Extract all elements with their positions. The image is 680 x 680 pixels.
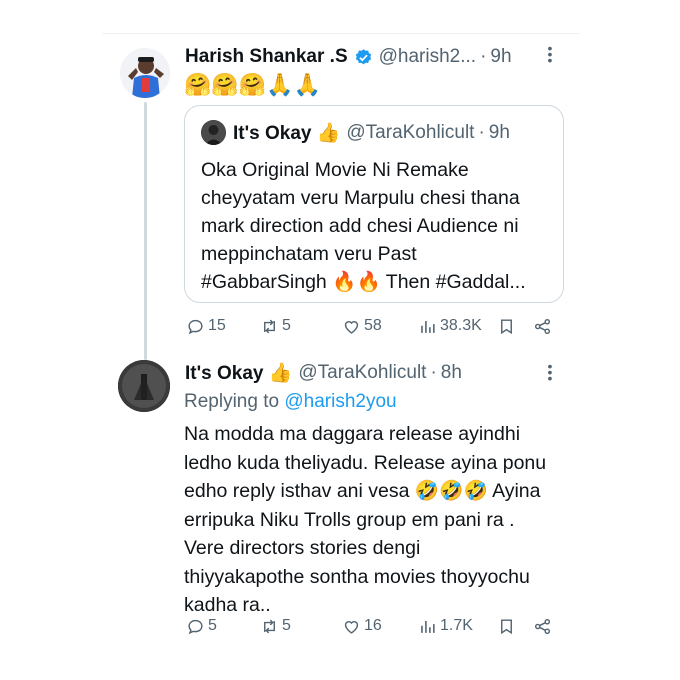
timestamp[interactable]: 8h [441,362,462,384]
like-button[interactable]: 58 [342,317,382,336]
replying-handle-link[interactable]: @harish2you [284,391,396,413]
quote-author-name: It's Okay 👍 [233,123,341,144]
quote-author-handle: @TaraKohlicult [346,122,475,143]
repost-count: 5 [282,317,291,334]
repost-icon [264,319,275,333]
more-icon[interactable]: • • • [545,359,555,385]
tweet-line: edho reply isthav ani vesa 🤣🤣🤣 Ayina [184,480,541,502]
like-icon [344,620,359,634]
author-name[interactable]: It's Okay 👍 [185,361,292,385]
action-bar: 5 5 16 1.7K [0,614,680,638]
view-count: 1.7K [440,617,473,634]
reply-count: 15 [208,317,226,334]
timestamp[interactable]: 9h [490,46,511,68]
avatar-harish[interactable] [120,48,170,98]
avatar-quote [201,120,226,145]
quote-line: cheyyatam veru Marpulu chesi thana [201,187,520,209]
top-divider [102,33,580,34]
author-handle[interactable]: @TaraKohlicult [298,362,426,384]
tweet-line: erripuka Niku Trolls group em pani ra . [184,508,515,531]
author-name[interactable]: Harish Shankar .S [185,46,348,68]
reply-icon [188,619,203,634]
bookmark-icon [501,618,512,634]
views-button[interactable]: 1.7K [418,617,473,636]
like-icon [344,320,359,334]
like-button[interactable]: 16 [342,617,382,636]
view-count: 38.3K [440,317,482,334]
share-button[interactable] [533,317,552,336]
share-button[interactable] [533,617,552,636]
quote-line: #GabbarSingh 🔥🔥 Then #Gaddal... [201,271,526,293]
tweet-text: Na modda ma daggara release ayindhi ledh… [184,420,574,620]
more-icon[interactable]: • • • [545,41,555,67]
bookmark-button[interactable] [497,617,516,636]
tweet-header: It's Okay 👍 @TaraKohlicult · 8h [185,360,462,386]
views-button[interactable]: 38.3K [418,317,482,336]
repost-button[interactable]: 5 [260,617,291,636]
share-icon [534,618,551,634]
repost-count: 5 [282,617,291,634]
like-count: 58 [364,317,382,334]
replying-prefix: Replying to [184,391,285,412]
quote-line: meppinchatam veru Past [201,243,417,265]
tweet-line: ledho kuda theliyadu. Release ayina ponu [184,451,547,474]
replying-to: Replying to @harish2you [184,389,397,415]
action-bar: 15 5 58 38.3K [0,314,680,338]
tweet-line: thiyyakapothe sontha movies thoyyochu [184,565,530,588]
share-icon [534,318,551,334]
repost-button[interactable]: 5 [260,317,291,336]
views-icon [421,320,435,333]
reply-count: 5 [208,617,217,634]
tweet-header: Harish Shankar .S @harish2... · 9h [185,44,512,70]
separator-dot: · [478,122,485,143]
reply-button[interactable]: 15 [186,317,226,336]
quote-timestamp: 9h [488,122,510,143]
quote-line: mark direction add chesi Audience ni [201,215,519,237]
quote-header: It's Okay 👍 @TaraKohlicult · 9h [233,121,510,145]
tweet-text: 🤗🤗🤗🙏🙏 [184,72,321,97]
tweet-line: Na modda ma daggara release ayindhi [184,423,521,445]
separator-dot: · [430,362,437,383]
repost-icon [264,619,275,633]
verified-badge-icon [354,48,373,67]
like-count: 16 [364,617,382,634]
bookmark-icon [501,318,512,334]
bookmark-button[interactable] [497,317,516,336]
quote-text: Oka Original Movie Ni Remake cheyyatam v… [201,156,557,296]
reply-button[interactable]: 5 [186,617,217,636]
tweet-line: Vere directors stories dengi [184,537,421,559]
views-icon [421,620,435,633]
avatar-itsokay[interactable] [118,360,170,412]
quote-line: Oka Original Movie Ni Remake [201,159,469,181]
separator-dot: · [480,46,487,67]
author-handle[interactable]: @harish2... [379,46,476,68]
reply-icon [188,319,203,334]
